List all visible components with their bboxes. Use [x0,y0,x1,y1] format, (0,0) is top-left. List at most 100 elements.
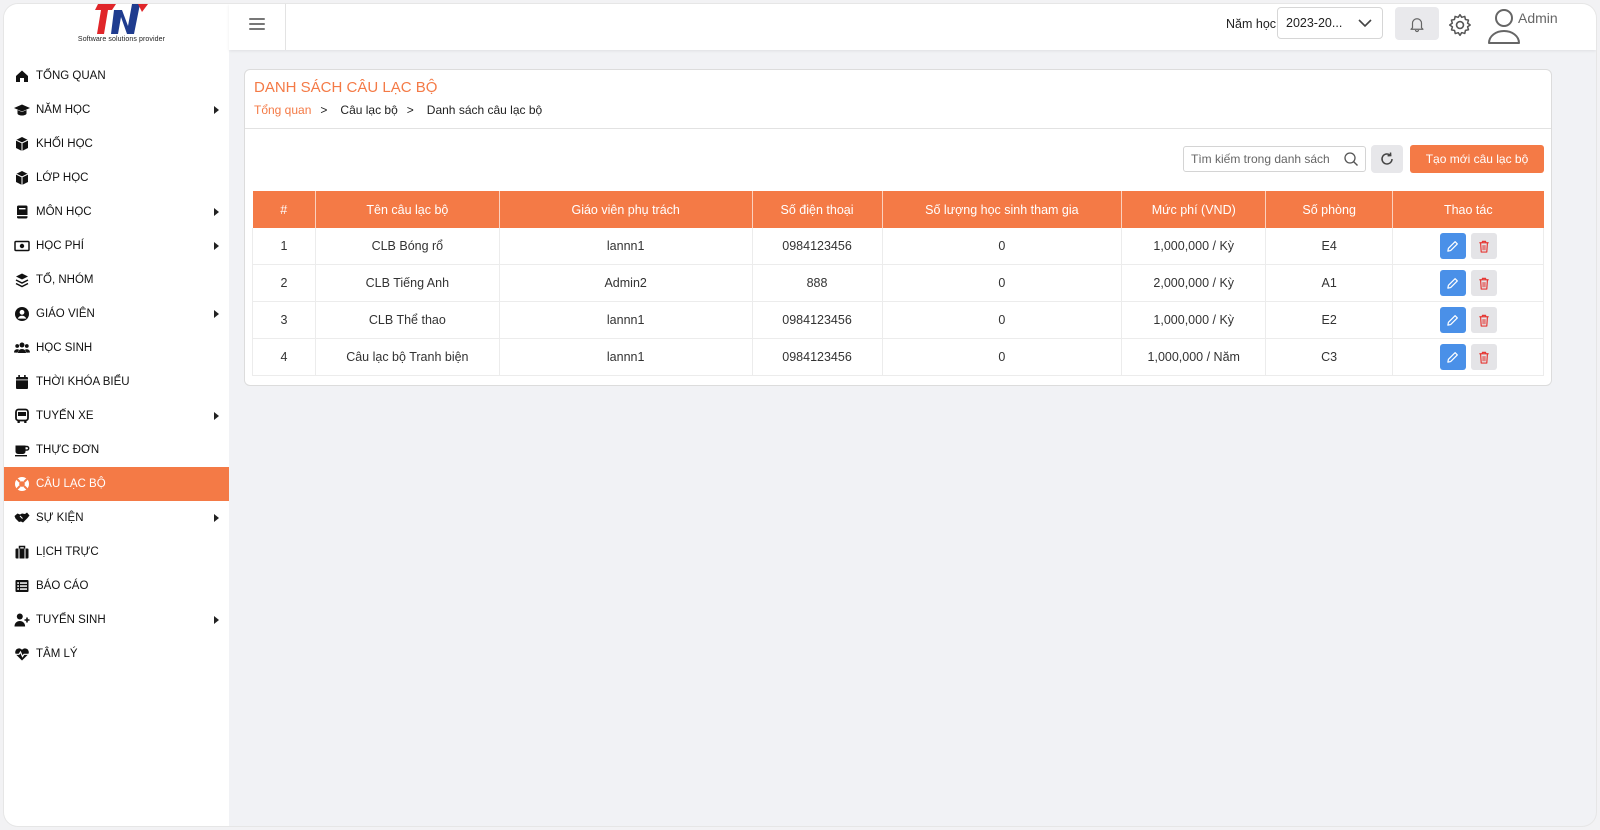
table-cell: 0984123456 [752,338,883,376]
club-table: # Tên câu lạc bộ Giáo viên phụ trách Số điệ… [252,191,1544,376]
sidebar-item-label: Báo cáo [36,580,89,592]
user-icon [1488,9,1520,44]
table-cell: lannn1 [499,301,753,339]
sidebar-item-label: Tổng quan [36,70,106,82]
club-list-card: DANH SÁCH CÂU LẠC BỘ Tổng quan > Câu lạc… [244,69,1552,386]
table-cell: lannn1 [499,228,753,265]
search-input[interactable] [1184,151,1343,167]
search-box [1183,146,1366,172]
sidebar-item-0[interactable]: Tổng quan [4,59,229,93]
sidebar-item-7[interactable]: Giáo viên [4,297,229,331]
sidebar-item-13[interactable]: Sự kiện [4,501,229,535]
money-bill-icon [12,238,32,254]
calendar-icon [12,374,32,390]
row-actions [1392,264,1544,302]
caret-right-icon [214,616,219,624]
sidebar-item-label: Tuyển sinh [36,614,106,626]
trash-icon [1478,314,1489,327]
table-cell: 2 [252,264,316,302]
table-header-cell: Mức phí (VND) [1121,191,1267,228]
sidebar-item-9[interactable]: Thời khóa biểu [4,365,229,399]
heartbeat-icon [12,646,32,662]
table-cell: 0 [882,264,1123,302]
table-header-row: # Tên câu lạc bộ Giáo viên phụ trách Số điệ… [252,191,1544,228]
sidebar-item-17[interactable]: Tâm lý [4,637,229,671]
breadcrumb-club[interactable]: Câu lạc bộ [340,103,397,117]
table-cell: 0 [882,338,1123,376]
sidebar-item-4[interactable]: Môn học [4,195,229,229]
table-header-cell: Thao tác [1392,191,1544,228]
table-cell: E4 [1265,228,1394,265]
table-cell: 0 [882,228,1123,265]
search-icon[interactable] [1343,151,1359,167]
page-title: DANH SÁCH CÂU LẠC BỘ [254,79,438,96]
table-header-cell: # [252,191,316,228]
table-row: 1 CLB Bóng rổ lannn1 0984123456 0 1,000,000 /… [252,228,1544,265]
sidebar-item-3[interactable]: Lớp học [4,161,229,195]
settings-button[interactable] [1445,10,1475,40]
create-club-button[interactable]: Tạo mới câu lạc bộ [1410,145,1544,173]
sidebar-item-11[interactable]: Thực đơn [4,433,229,467]
edit-button[interactable] [1439,344,1466,370]
sidebar-item-8[interactable]: Học sinh [4,331,229,365]
sidebar-item-label: Tâm lý [36,648,78,660]
sidebar-item-15[interactable]: Báo cáo [4,569,229,603]
table-cell: lannn1 [499,338,753,376]
refresh-button[interactable] [1371,145,1403,173]
table-header-cell: Giáo viên phụ trách [499,191,753,228]
row-actions [1392,301,1544,339]
brand-logo[interactable]: Software solutions provider [4,4,229,54]
sidebar-item-2[interactable]: Khối học [4,127,229,161]
sidebar-item-label: Sự kiện [36,512,84,524]
users-icon [12,340,32,356]
trash-icon [1478,277,1489,290]
delete-button[interactable] [1470,307,1497,333]
table-cell: CLB Tiếng Anh [315,264,500,302]
topbar-divider [285,4,286,50]
sidebar-item-16[interactable]: Tuyển sinh [4,603,229,637]
school-year-label: Năm học [1226,17,1277,31]
sidebar-item-label: Tổ, nhóm [36,274,94,286]
sidebar-item-14[interactable]: Lịch trực [4,535,229,569]
layers-icon [12,272,32,288]
table-cell: 1,000,000 / Kỳ [1121,228,1267,265]
table-row: 4 Câu lạc bộ Tranh biện lannn1 0984123456 0 1… [252,338,1544,376]
book-icon [12,204,32,220]
user-plus-icon [12,612,32,628]
sidebar-item-10[interactable]: Tuyến xe [4,399,229,433]
sidebar-item-5[interactable]: Học phí [4,229,229,263]
sidebar-item-label: Câu lạc bộ [36,478,106,490]
sidebar-item-label: Năm học [36,104,91,116]
table-cell: 1,000,000 / Năm [1121,338,1267,376]
notifications-button[interactable] [1395,7,1439,40]
delete-button[interactable] [1470,270,1497,296]
edit-button[interactable] [1439,307,1466,333]
sidebar: Software solutions provider Tổng quan Năm… [4,4,229,826]
caret-right-icon [214,514,219,522]
delete-button[interactable] [1470,344,1497,370]
menu-toggle-icon[interactable] [249,18,265,32]
logo-icon [94,4,148,34]
table-row: 2 CLB Tiếng Anh Admin2 888 0 2,000,000 / Kỳ A1 [252,264,1544,302]
sidebar-item-1[interactable]: Năm học [4,93,229,127]
edit-button[interactable] [1439,270,1466,296]
table-row: 3 CLB Thể thao lannn1 0984123456 0 1,000,000 … [252,301,1544,339]
sidebar-item-label: Thực đơn [36,444,100,456]
caret-right-icon [214,208,219,216]
sidebar-item-label: Tuyến xe [36,410,94,422]
breadcrumb-home-link[interactable]: Tổng quan [254,103,311,117]
user-name[interactable]: Admin [1518,10,1558,26]
table-cell: Admin2 [499,264,753,302]
table-cell: 0984123456 [752,228,883,265]
bell-icon [1410,17,1424,32]
edit-button[interactable] [1439,233,1466,259]
coffee-icon [12,442,32,458]
pencil-icon [1447,277,1458,289]
school-year-select[interactable]: 2023-20... [1277,7,1383,39]
delete-button[interactable] [1470,233,1497,259]
sidebar-item-label: Thời khóa biểu [36,376,130,388]
breadcrumb-separator: > [406,103,414,117]
sidebar-item-6[interactable]: Tổ, nhóm [4,263,229,297]
home-icon [12,68,32,84]
sidebar-item-12[interactable]: Câu lạc bộ [4,467,229,501]
